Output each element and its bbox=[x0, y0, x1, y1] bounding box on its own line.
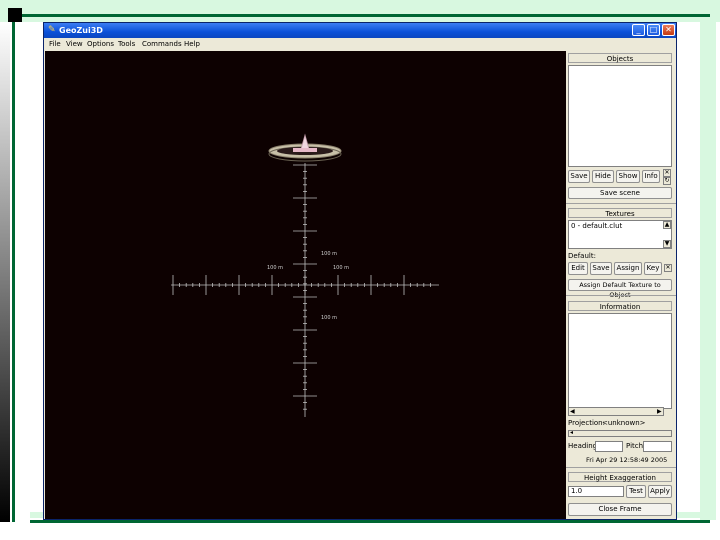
slide-header-rule bbox=[10, 14, 710, 17]
maximize-button[interactable]: □ bbox=[647, 24, 660, 36]
projection-label: Projection: bbox=[568, 419, 605, 427]
objects-refresh-icon[interactable]: ↻ bbox=[663, 177, 671, 185]
divider bbox=[566, 295, 676, 296]
info-horizontal-scrollbar[interactable]: ◀ ▶ bbox=[568, 407, 664, 416]
objects-show-button[interactable]: Show bbox=[616, 170, 640, 183]
height-apply-button[interactable]: Apply bbox=[648, 485, 672, 498]
window-title: GeoZui3D bbox=[59, 26, 103, 35]
menu-tools[interactable]: Tools bbox=[118, 40, 135, 48]
projection-slider[interactable]: ◂ bbox=[568, 429, 672, 437]
height-exaggeration-title: Height Exaggeration bbox=[568, 472, 672, 482]
objects-info-button[interactable]: Info bbox=[642, 170, 660, 183]
objects-close-icon[interactable]: ✕ bbox=[663, 169, 671, 177]
title-bar[interactable]: ✎ GeoZui3D _ □ ✕ bbox=[44, 23, 676, 38]
scale-crosshair bbox=[171, 163, 439, 417]
close-frame-button[interactable]: Close Frame bbox=[568, 503, 672, 516]
objects-hide-button[interactable]: Hide bbox=[592, 170, 614, 183]
scale-label-left: 100 m bbox=[267, 265, 283, 271]
heading-field[interactable] bbox=[595, 441, 623, 452]
menu-options[interactable]: Options bbox=[87, 40, 114, 48]
pitch-field[interactable] bbox=[643, 441, 672, 452]
control-panel: Objects Save Hide Show Info ✕ ↻ Save sce… bbox=[566, 51, 676, 519]
menu-commands[interactable]: Commands bbox=[142, 40, 182, 48]
app-icon: ✎ bbox=[48, 25, 56, 35]
vessel-marker[interactable] bbox=[268, 133, 342, 162]
information-title: Information bbox=[568, 301, 672, 311]
minimize-icon: _ bbox=[636, 25, 641, 34]
slide-left-rule bbox=[12, 22, 15, 522]
objects-title: Objects bbox=[568, 53, 672, 63]
slide-right-band bbox=[700, 20, 716, 520]
maximize-icon: □ bbox=[649, 25, 658, 34]
geozui-window: ✎ GeoZui3D _ □ ✕ File View Options Tools… bbox=[43, 22, 677, 520]
information-area[interactable] bbox=[568, 313, 672, 409]
texture-assign-button[interactable]: Assign bbox=[614, 262, 642, 275]
scroll-right-icon[interactable]: ▶ bbox=[657, 408, 662, 415]
texture-edit-button[interactable]: Edit bbox=[568, 262, 588, 275]
menu-bar: File View Options Tools Commands Help bbox=[44, 38, 676, 51]
scene-canvas[interactable]: 100 m 100 m 100 m 100 m bbox=[45, 51, 566, 519]
projection-value: <unknown> bbox=[602, 419, 646, 427]
textures-title: Textures bbox=[568, 208, 672, 218]
menu-file[interactable]: File bbox=[49, 40, 61, 48]
close-button[interactable]: ✕ bbox=[662, 24, 675, 36]
scroll-left-icon[interactable]: ◀ bbox=[570, 408, 575, 415]
divider bbox=[566, 203, 676, 204]
menu-help[interactable]: Help bbox=[184, 40, 200, 48]
scale-label-right: 100 m bbox=[333, 265, 349, 271]
texture-save-button[interactable]: Save bbox=[590, 262, 612, 275]
3d-viewport[interactable]: 100 m 100 m 100 m 100 m bbox=[45, 51, 566, 519]
menu-view[interactable]: View bbox=[66, 40, 83, 48]
texture-item[interactable]: 0 - default.clut bbox=[571, 222, 622, 230]
heading-label: Heading bbox=[568, 442, 598, 450]
texture-key-button[interactable]: Key bbox=[644, 262, 662, 275]
slider-handle-icon[interactable]: ◂ bbox=[570, 429, 573, 436]
scale-label-top: 100 m bbox=[321, 251, 337, 257]
objects-save-button[interactable]: Save bbox=[568, 170, 590, 183]
textures-close-icon[interactable]: ✕ bbox=[664, 264, 672, 272]
pitch-label: Pitch bbox=[626, 442, 644, 450]
height-exaggeration-input[interactable]: 1.0 bbox=[568, 486, 624, 497]
divider bbox=[566, 467, 676, 468]
scale-label-bottom: 100 m bbox=[321, 315, 337, 321]
slide-footer-rule bbox=[30, 520, 710, 523]
save-scene-button[interactable]: Save scene bbox=[568, 187, 672, 199]
height-test-button[interactable]: Test bbox=[626, 485, 646, 498]
textures-list[interactable]: 0 - default.clut ▲ ▼ bbox=[568, 220, 672, 249]
texture-default-label: Default: bbox=[568, 252, 596, 260]
assign-default-texture-button[interactable]: Assign Default Texture to Object bbox=[568, 279, 672, 299]
slide-corner-square bbox=[8, 8, 22, 22]
close-icon: ✕ bbox=[665, 25, 672, 34]
datetime-readout: Fri Apr 29 12:58:49 2005 bbox=[586, 456, 668, 464]
minimize-button[interactable]: _ bbox=[632, 24, 645, 36]
scroll-up-icon[interactable]: ▲ bbox=[663, 221, 671, 229]
objects-list[interactable] bbox=[568, 65, 672, 167]
slide-header-band bbox=[0, 0, 720, 22]
slide-left-gradient bbox=[0, 22, 10, 522]
scroll-down-icon[interactable]: ▼ bbox=[663, 240, 671, 248]
